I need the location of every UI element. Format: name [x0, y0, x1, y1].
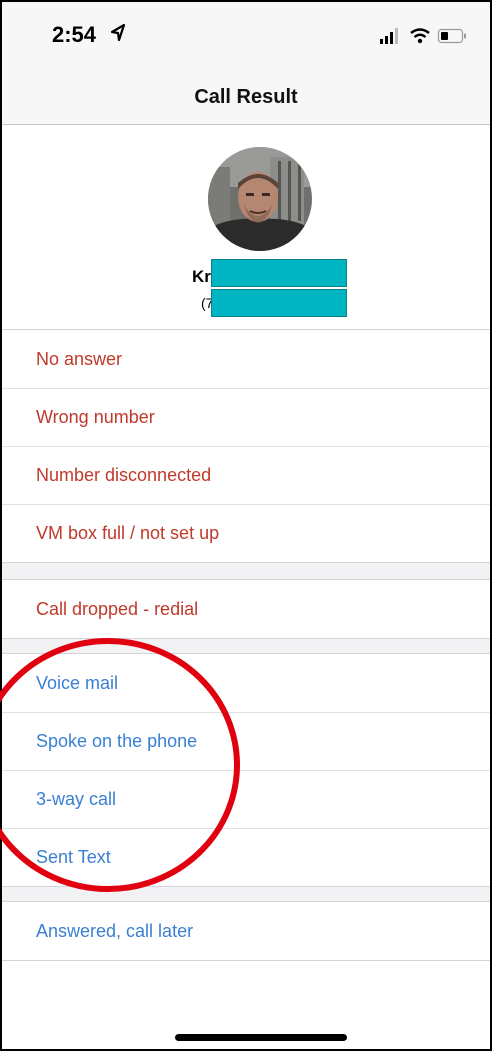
- result-option-vm-box-full[interactable]: VM box full / not set up: [2, 504, 490, 562]
- section-gap: [2, 638, 490, 654]
- status-bar: 2:54: [2, 2, 490, 68]
- section-gap: [2, 562, 490, 580]
- divider: [2, 886, 490, 887]
- section-gap: [2, 886, 490, 902]
- avatar: [208, 147, 312, 251]
- divider: [2, 960, 490, 961]
- navigation-bar: Call Result: [2, 68, 490, 125]
- wifi-icon: [410, 28, 430, 44]
- result-group-contacted: Voice mail Spoke on the phone 3-way call…: [2, 654, 490, 886]
- result-option-voice-mail[interactable]: Voice mail: [2, 654, 490, 712]
- result-group-later: Answered, call later: [2, 902, 490, 960]
- result-group-dropped: Call dropped - redial: [2, 580, 490, 638]
- result-option-sent-text[interactable]: Sent Text: [2, 828, 490, 886]
- result-option-number-disconnected[interactable]: Number disconnected: [2, 446, 490, 504]
- home-indicator[interactable]: [175, 1034, 347, 1041]
- phone-screen: 2:54 Call Result Kr (7 No answer Wrong n…: [0, 0, 492, 1051]
- result-option-answered-call-later[interactable]: Answered, call later: [2, 902, 490, 960]
- redaction-block: [211, 259, 347, 287]
- divider: [2, 638, 490, 639]
- redaction-block: [211, 289, 347, 317]
- location-arrow-icon: [110, 23, 126, 42]
- battery-icon: [437, 28, 466, 44]
- result-option-call-dropped[interactable]: Call dropped - redial: [2, 580, 490, 638]
- result-option-wrong-number[interactable]: Wrong number: [2, 388, 490, 446]
- contact-header: Kr (7: [2, 125, 490, 330]
- cellular-signal-icon: [380, 28, 398, 44]
- contact-name: Kr: [192, 267, 211, 286]
- result-option-spoke-on-phone[interactable]: Spoke on the phone: [2, 712, 490, 770]
- result-group-unreached: No answer Wrong number Number disconnect…: [2, 330, 490, 562]
- page-title: Call Result: [194, 86, 298, 108]
- divider: [2, 562, 490, 563]
- result-option-no-answer[interactable]: No answer: [2, 330, 490, 388]
- status-time: 2:54: [52, 22, 97, 47]
- result-option-3-way-call[interactable]: 3-way call: [2, 770, 490, 828]
- status-icons: [380, 28, 466, 44]
